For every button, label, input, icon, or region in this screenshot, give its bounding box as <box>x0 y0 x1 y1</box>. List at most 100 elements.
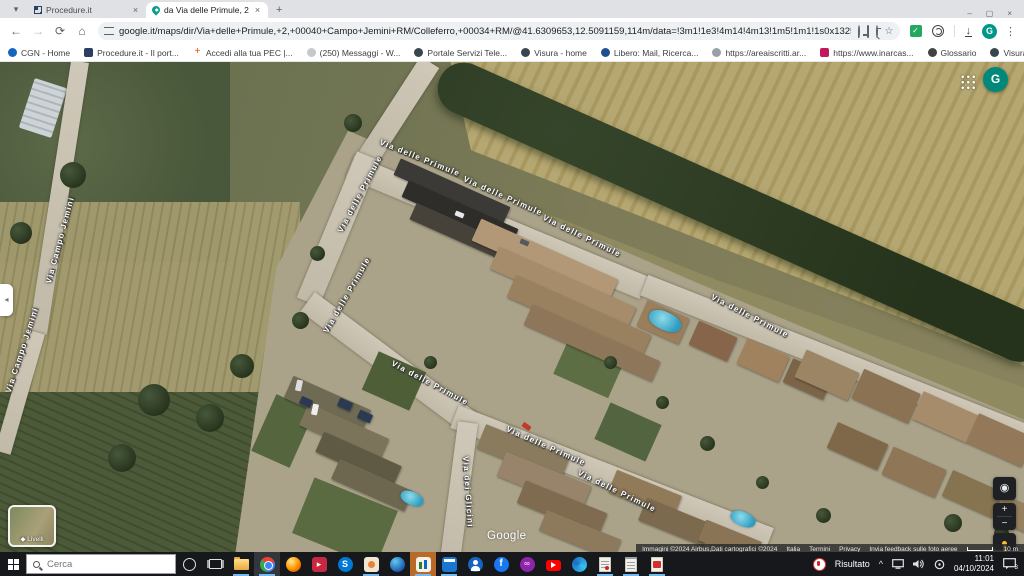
system-tray: Risultato ^ 11:01 04/10/2024 3 <box>813 554 1024 574</box>
firefox-icon <box>286 557 301 572</box>
taskbar-chrome[interactable] <box>254 552 280 576</box>
search-input[interactable] <box>45 558 155 571</box>
calendar-icon <box>442 557 457 572</box>
chrome-icon <box>260 557 275 572</box>
url-text[interactable]: google.it/maps/dir/Via+delle+Primule,+2,… <box>119 26 851 37</box>
grid-favicon-icon <box>84 48 93 57</box>
taskbar-photos[interactable] <box>358 552 384 576</box>
zoom-in-button[interactable]: + <box>993 503 1016 516</box>
bookmark-areaiscritti[interactable]: https://areaiscritti.ar... <box>712 48 806 58</box>
zoom-out-button[interactable]: − <box>993 517 1016 530</box>
document-icon <box>599 557 611 572</box>
taskbar-facebook[interactable]: f <box>488 552 514 576</box>
bookmark-glossario[interactable]: Glossario <box>928 48 977 58</box>
back-button[interactable]: ← <box>6 21 26 41</box>
task-view-icon <box>209 559 222 569</box>
bookmark-star-icon[interactable]: ☆ <box>885 26 894 37</box>
toolbar-divider <box>954 25 955 37</box>
home-button[interactable]: ⌂ <box>72 21 92 41</box>
taskbar-calendar[interactable] <box>436 552 462 576</box>
cortana-button[interactable] <box>176 552 202 576</box>
media-control-icon[interactable] <box>867 25 869 38</box>
notification-badge: 3 <box>1015 565 1018 571</box>
notification-center-button[interactable]: 3 <box>1003 558 1016 570</box>
bookmark-libero[interactable]: Libero: Mail, Ricerca... <box>601 48 699 58</box>
volume-icon[interactable] <box>913 559 925 569</box>
red-favicon-icon <box>820 48 829 57</box>
taskbar-clock[interactable]: 11:01 04/10/2024 <box>954 554 994 574</box>
taskbar-red-app[interactable]: ▸ <box>306 552 332 576</box>
alert-tray-icon[interactable] <box>813 558 826 571</box>
taskbar-firefox[interactable] <box>280 552 306 576</box>
clock-time: 11:01 <box>975 554 994 563</box>
google-apps-grid-icon[interactable] <box>960 74 975 89</box>
close-window-button[interactable]: × <box>1007 9 1012 18</box>
task-view-button[interactable] <box>202 552 228 576</box>
person-icon <box>468 557 483 572</box>
taskbar-pdf-app[interactable] <box>644 552 670 576</box>
taskbar-globe-app[interactable] <box>384 552 410 576</box>
taskbar-blue-swirl-app[interactable] <box>566 552 592 576</box>
forward-button[interactable]: → <box>28 21 48 41</box>
tree <box>292 312 309 329</box>
tree <box>700 436 715 451</box>
bookmark-inarcas[interactable]: https://www.inarcas... <box>820 48 913 58</box>
update-tray-icon[interactable] <box>934 559 945 570</box>
bookmark-pec[interactable]: +Accedi alla tua PEC |... <box>193 48 293 58</box>
taskbar-contacts[interactable] <box>462 552 488 576</box>
compass-control[interactable]: ◉ <box>993 477 1016 500</box>
location-pin-icon[interactable] <box>858 25 860 38</box>
taskbar-notepad-app[interactable] <box>618 552 644 576</box>
new-tab-button[interactable]: + <box>276 4 282 16</box>
extension-icon[interactable] <box>932 25 944 37</box>
taskbar-youtube[interactable] <box>540 552 566 576</box>
reload-button[interactable]: ⟳ <box>50 21 70 41</box>
plus-favicon-icon: + <box>193 48 202 57</box>
site-info-icon[interactable] <box>104 27 114 35</box>
map-attribution-bar: Immagini ©2024 Airbus,Dati cartografici … <box>636 544 1024 552</box>
bookmark-messaggi[interactable]: (250) Messaggi - W... <box>307 48 401 58</box>
tray-chevron-icon[interactable]: ^ <box>879 559 883 569</box>
taskbar-file-explorer[interactable] <box>228 552 254 576</box>
bookmark-procedure[interactable]: Procedure.it - Il port... <box>84 48 179 58</box>
bookmark-portale[interactable]: Portale Servizi Tele... <box>414 48 507 58</box>
close-tab-icon[interactable]: × <box>253 5 262 15</box>
tab-procedure[interactable]: Procedure.it × <box>28 2 146 18</box>
taskbar-blue-s-app[interactable]: S <box>332 552 358 576</box>
downloads-icon[interactable]: ↓ <box>965 26 973 37</box>
address-bar[interactable]: google.it/maps/dir/Via+delle+Primule,+2,… <box>98 22 900 40</box>
tree <box>656 396 669 409</box>
profile-avatar[interactable]: G <box>982 24 997 39</box>
google-maps-satellite-view[interactable]: Via delle Primule Via delle Primule Via … <box>0 62 1024 552</box>
taskbar-purple-app[interactable]: ∞ <box>514 552 540 576</box>
bookmark-visura-sessioni[interactable]: Visura -Sessioni <box>990 48 1024 58</box>
layers-button[interactable]: ◆ Livelli <box>8 505 56 547</box>
chrome-menu-icon[interactable]: ⋮ <box>1005 25 1016 38</box>
photos-icon <box>364 557 379 572</box>
search-icon <box>33 561 40 568</box>
bookmarks-bar: CGN - Home Procedure.it - Il port... +Ac… <box>0 44 1024 62</box>
zoom-page-icon[interactable] <box>876 25 878 38</box>
taskbar-document-app[interactable] <box>592 552 618 576</box>
bookmark-cgn[interactable]: CGN - Home <box>8 48 70 58</box>
extension-check-icon[interactable]: ✓ <box>910 25 922 37</box>
start-button[interactable] <box>0 552 26 576</box>
tree <box>310 246 325 261</box>
network-icon[interactable] <box>892 559 904 569</box>
taskbar-active-app[interactable] <box>410 552 436 576</box>
windows-taskbar: ▸ S f ∞ Risultato ^ 11:01 04/10/2024 3 <box>0 552 1024 576</box>
taskbar-search-box[interactable] <box>26 554 176 574</box>
tree <box>60 162 86 188</box>
tab-title: Procedure.it <box>46 5 127 15</box>
close-tab-icon[interactable]: × <box>131 5 140 15</box>
blue-swirl-icon <box>572 557 587 572</box>
maximize-button[interactable]: ▢ <box>986 9 994 18</box>
side-panel-collapse-button[interactable]: ◂ <box>0 284 13 316</box>
red-app-icon: ▸ <box>312 557 327 572</box>
bookmark-visura-home[interactable]: Visura - home <box>521 48 587 58</box>
tab-search-icon[interactable]: ▾ <box>8 3 24 17</box>
tray-label: Risultato <box>835 559 870 569</box>
tab-maps[interactable]: da Via delle Primule, 2 a Collefe × <box>146 2 268 18</box>
google-account-avatar[interactable]: G <box>983 67 1008 92</box>
minimize-button[interactable]: – <box>967 9 971 18</box>
